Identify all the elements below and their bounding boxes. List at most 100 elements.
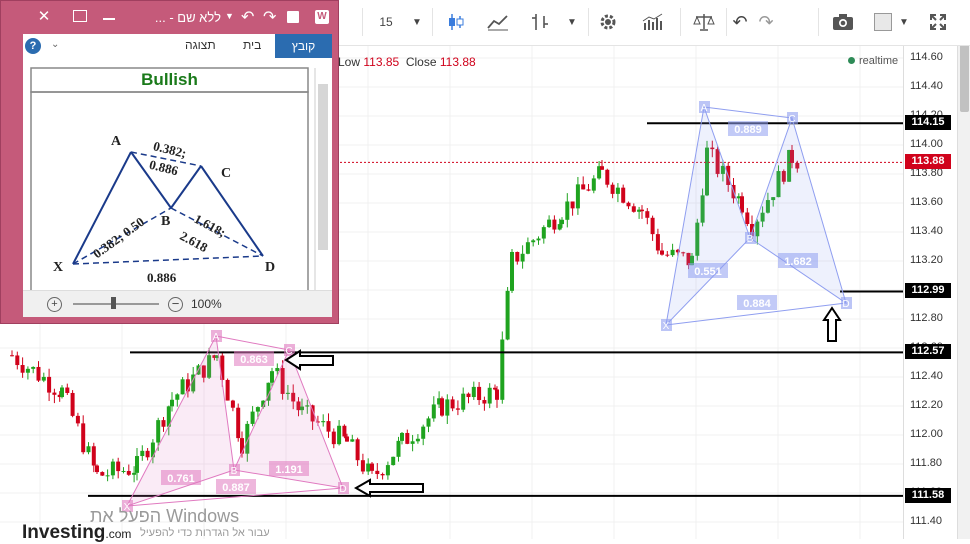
tab-file[interactable]: קובץ (275, 34, 332, 58)
tab-view[interactable]: תצוגה (185, 38, 216, 52)
document-pane: ? ⌄ תצוגה בית קובץ Bullish A B C D X 0.3… (23, 34, 332, 317)
candle-body (626, 202, 631, 207)
candle-body (410, 441, 415, 444)
candle-body (275, 368, 280, 372)
line-chart-icon[interactable] (480, 8, 516, 36)
ribbon-chevron-down-icon[interactable]: ⌄ (51, 39, 59, 50)
document-canvas[interactable]: Bullish A B C D X 0.382; 0.886 0.382; 0.… (23, 58, 332, 290)
candles-icon[interactable] (440, 8, 472, 36)
diagram-label-a: A (111, 134, 122, 149)
candle-body (640, 209, 644, 212)
bullish-diagram (30, 67, 328, 290)
candle-body (161, 420, 166, 427)
candle-body (385, 465, 390, 476)
candle-body (345, 436, 349, 442)
fullscreen-icon[interactable] (924, 8, 952, 36)
candle-body (510, 251, 514, 291)
candle-body (660, 250, 664, 255)
candle-body (41, 376, 46, 381)
candle-body (375, 470, 380, 475)
save-icon[interactable] (287, 11, 299, 23)
scale-icon[interactable] (686, 8, 722, 36)
candle-body (615, 187, 620, 194)
candle-body (95, 465, 99, 473)
right-pattern-point-label-d: D (842, 299, 849, 310)
candle-body (175, 394, 180, 400)
zoom-slider[interactable] (73, 303, 159, 305)
arrow-left-lower (353, 478, 424, 498)
interval-chevron-down-icon[interactable]: ▼ (404, 8, 430, 36)
redo-icon[interactable]: ↷ (263, 7, 276, 27)
tab-file-label: קובץ (291, 39, 316, 53)
zoom-out-icon[interactable]: − (168, 297, 183, 312)
brand-name: Investing (22, 522, 106, 543)
candle-body (225, 379, 230, 401)
y-tick-label: 113.60 (910, 196, 943, 208)
minimize-icon[interactable] (103, 18, 115, 20)
camera-icon[interactable] (826, 8, 860, 36)
close-value: 113.88 (439, 55, 476, 69)
undo-icon[interactable]: ↶ (241, 7, 254, 27)
color-box-icon[interactable] (872, 8, 894, 36)
indicators-icon[interactable] (636, 8, 670, 36)
y-tick-label: 112.20 (910, 399, 943, 411)
arrow-up (822, 306, 842, 342)
redo-icon[interactable]: ↷ (754, 8, 778, 36)
y-tick-label: 112.40 (910, 370, 943, 382)
low-value: 113.85 (363, 55, 400, 69)
candle-body (450, 399, 455, 409)
candle-body (91, 446, 96, 466)
tab-home[interactable]: בית (243, 38, 261, 52)
ohlc-bars-icon[interactable] (522, 8, 558, 36)
diagram-heading: Bullish (141, 70, 198, 89)
realtime-label: realtime (859, 55, 899, 67)
zoom-in-icon[interactable]: + (47, 297, 62, 312)
candle-body (610, 184, 615, 194)
candle-body (366, 463, 371, 472)
candle-body (531, 240, 536, 243)
right-pattern-xab-triangle (665, 105, 751, 327)
candle-body (493, 387, 497, 390)
y-tick-label: 112.80 (910, 312, 943, 324)
qat-chevron-down-icon[interactable]: ▼ (225, 11, 234, 21)
window-titlebar[interactable]: ✕ ללא שם - ... ▼ ↶ ↷ W (1, 1, 338, 34)
candle-body (500, 339, 505, 400)
zoom-slider-handle[interactable] (111, 297, 116, 309)
help-icon[interactable]: ? (25, 38, 41, 54)
candle-body (100, 472, 105, 476)
candle-body (170, 399, 174, 407)
diagram-label-c: C (221, 166, 232, 181)
candle-body (65, 387, 70, 393)
candle-body (36, 366, 41, 381)
activation-watermark-sub: עבור אל הגדרות כדי להפעיל (140, 527, 270, 539)
undo-icon[interactable]: ↶ (728, 8, 752, 36)
ribbon-tabs: ? ⌄ תצוגה בית קובץ (23, 34, 332, 59)
candle-body (140, 450, 145, 457)
candle-body (745, 212, 750, 225)
maximize-icon[interactable] (73, 10, 87, 22)
candle-body (405, 432, 410, 444)
left-pattern-ratio-label: 0.887 (222, 482, 250, 494)
candle-body (440, 398, 444, 416)
candle-body (525, 242, 530, 254)
chart-type-chevron-down-icon[interactable]: ▼ (560, 8, 584, 36)
candle-body (552, 219, 557, 230)
price-tag: 112.57 (905, 344, 951, 360)
color-chevron-down-icon[interactable]: ▼ (896, 8, 912, 36)
diagram-label-x: X (53, 260, 64, 275)
interval-select[interactable]: 15 (368, 8, 404, 36)
settings-icon[interactable] (594, 8, 622, 36)
candle-body (461, 393, 466, 410)
right-pattern-point-label-c: C (788, 114, 795, 125)
zoom-level[interactable]: 100% (191, 297, 222, 311)
word-window[interactable]: ✕ ללא שם - ... ▼ ↶ ↷ W ? ⌄ תצוגה בית קוב… (0, 0, 339, 324)
candle-body (541, 227, 546, 239)
vertical-scrollbar[interactable] (957, 0, 970, 539)
candle-body (581, 184, 586, 190)
price-axis[interactable]: 114.60114.40114.20114.00113.80113.60113.… (903, 45, 958, 539)
candle-body (426, 418, 431, 427)
close-icon[interactable]: ✕ (27, 7, 61, 27)
candle-body (337, 425, 342, 445)
candle-body (47, 376, 52, 393)
ohlc-readout: Low 113.85 Close 113.88 (338, 55, 476, 69)
